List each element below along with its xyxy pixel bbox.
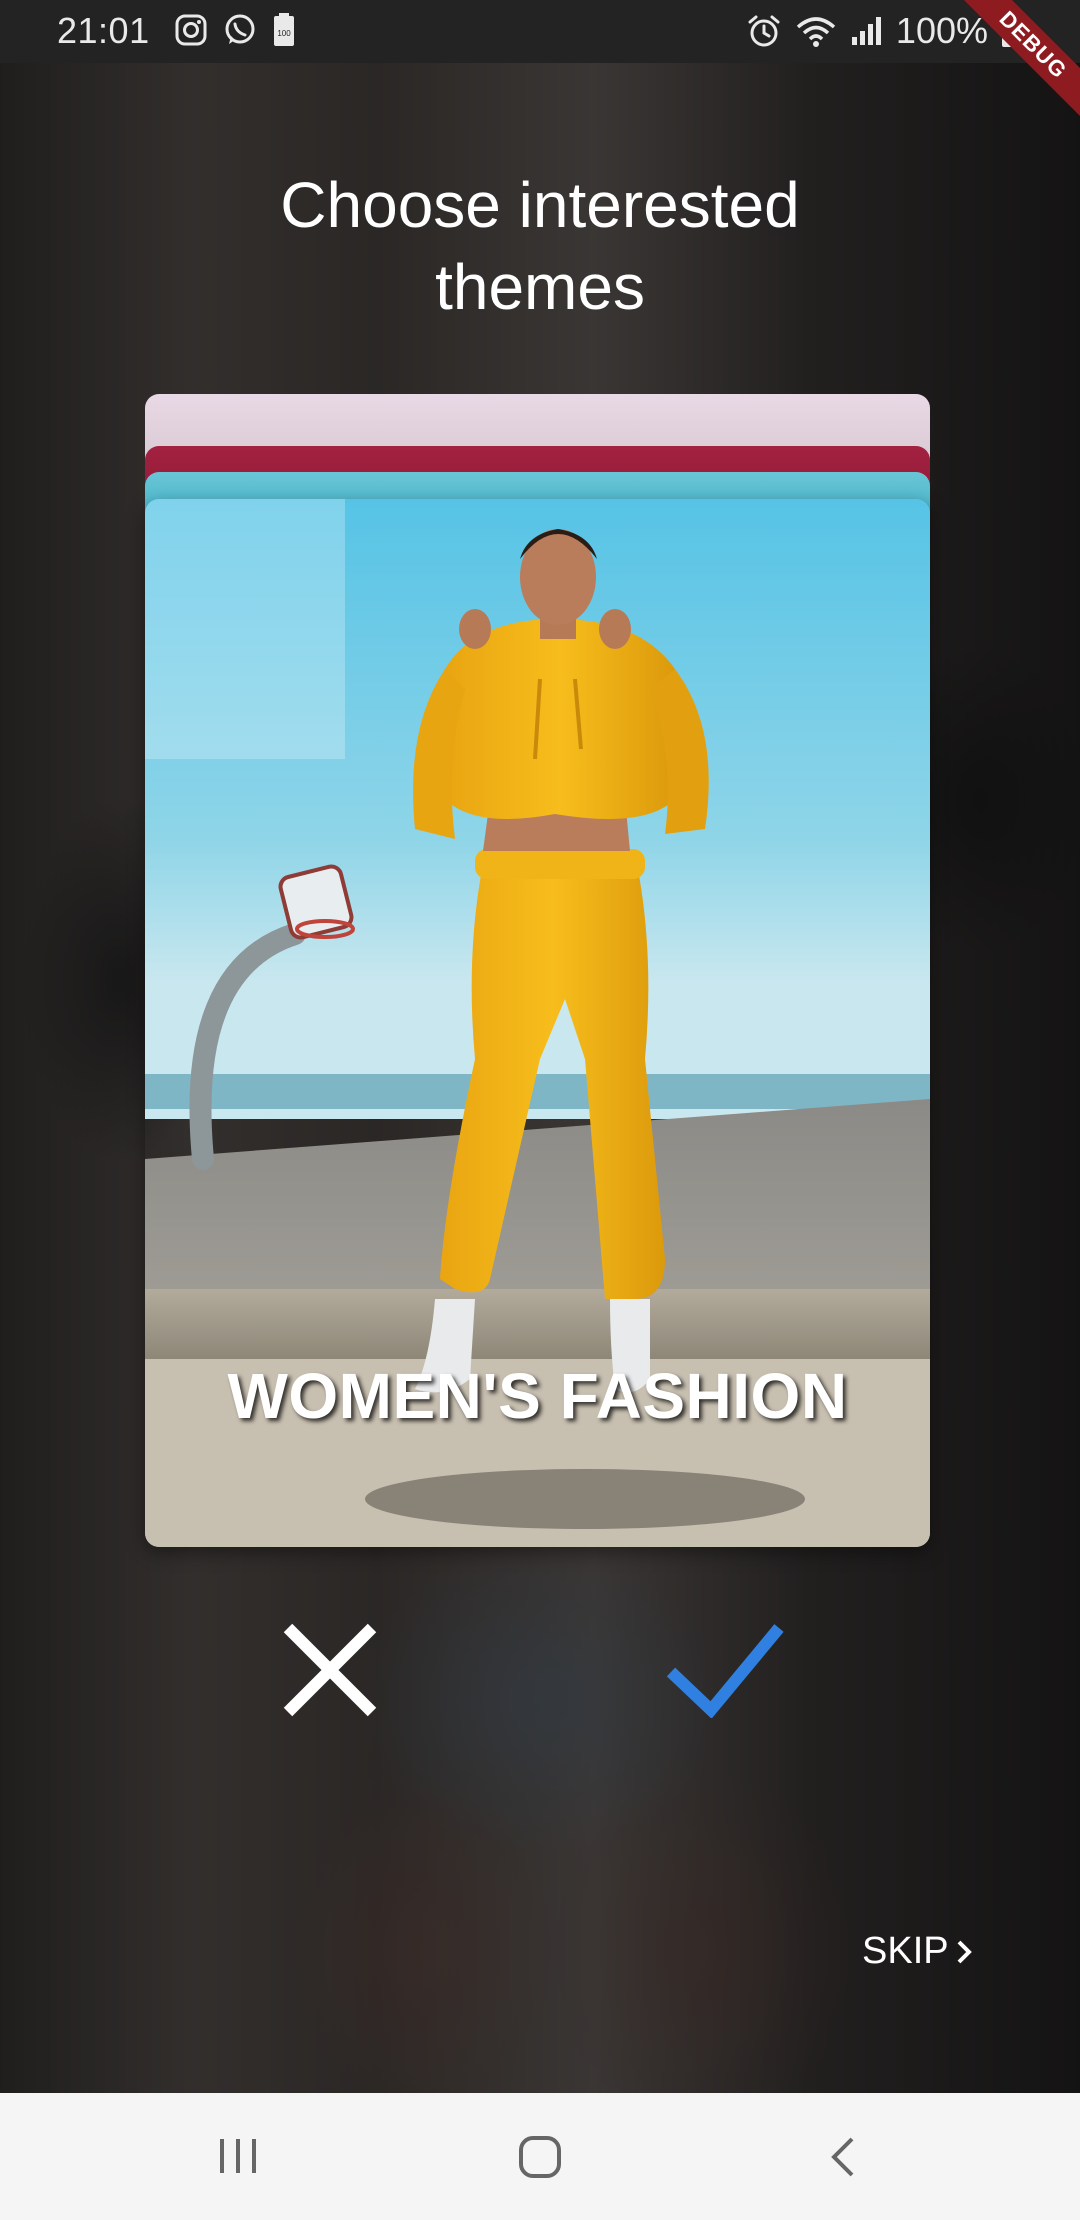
skip-button[interactable]: SKIP [862, 1930, 973, 1973]
battery-saver-icon: 100 [274, 13, 294, 46]
status-time: 21:01 [57, 10, 150, 51]
theme-card-label: WOMEN'S FASHION [227, 1360, 848, 1432]
svg-text:100: 100 [277, 29, 291, 38]
home-button[interactable] [517, 2135, 563, 2183]
back-button[interactable] [826, 2135, 860, 2183]
accept-button[interactable] [665, 1622, 785, 1719]
wifi-icon [796, 17, 836, 47]
home-icon [519, 2136, 561, 2178]
notification-icons: 100 [174, 12, 296, 48]
recents-icon [220, 2139, 256, 2173]
close-icon [283, 1623, 377, 1717]
instagram-icon [175, 14, 207, 46]
navigation-bar [0, 2093, 1080, 2220]
back-icon [831, 2137, 854, 2177]
title-line-1: Choose interested [280, 169, 800, 241]
status-bar: 21:01 100 100% [0, 0, 1080, 63]
skip-label: SKIP [862, 1930, 949, 1972]
battery-percentage: 100% [895, 10, 988, 51]
recents-button[interactable] [216, 2135, 260, 2181]
theme-card[interactable]: WOMEN'S FASHION [145, 499, 930, 1547]
check-icon [666, 1624, 784, 1719]
title-line-2: themes [435, 251, 645, 323]
reject-button[interactable] [280, 1620, 380, 1720]
chevron-right-icon [957, 1940, 972, 1963]
alarm-icon [748, 15, 780, 47]
signal-icon [851, 17, 881, 45]
screen: 21:01 100 100% DEBUG Choose interested t… [0, 0, 1080, 2220]
whatsapp-icon [225, 14, 255, 44]
page-title: Choose interested themes [0, 164, 1080, 328]
